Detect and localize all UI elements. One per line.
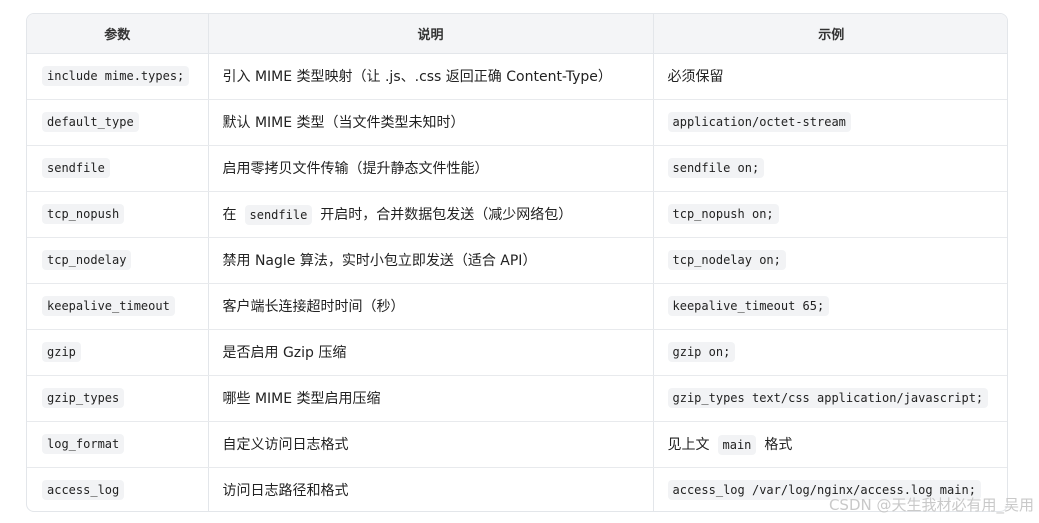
table-row: keepalive_timeout 客户端长连接超时时间（秒） keepaliv… (27, 283, 1007, 330)
param-code: sendfile (42, 158, 110, 178)
param-code: access_log (42, 480, 125, 501)
description-cell: 访问日志路径和格式 (208, 467, 654, 511)
header-example: 示例 (653, 14, 1007, 54)
table-row: include mime.types; 引入 MIME 类型映射（让 .js、.… (27, 53, 1007, 100)
description-cell: 默认 MIME 类型（当文件类型未知时） (208, 99, 654, 146)
param-cell: gzip_types (27, 375, 209, 422)
params-table-grid: 参数 说明 示例 include mime.types; 引入 MIME 类型映… (27, 14, 1007, 511)
example-code: tcp_nopush on; (667, 204, 779, 224)
description-cell: 引入 MIME 类型映射（让 .js、.css 返回正确 Content-Typ… (208, 53, 654, 100)
table-row: tcp_nopush 在 sendfile 开启时，合并数据包发送（减少网络包） t… (27, 191, 1007, 238)
header-param: 参数 (27, 14, 209, 54)
param-cell: sendfile (27, 145, 209, 192)
example-cell: tcp_nodelay on; (653, 237, 1007, 284)
example-code: tcp_nodelay on; (667, 250, 786, 270)
table-row: default_type 默认 MIME 类型（当文件类型未知时） applic… (27, 99, 1007, 146)
param-cell: log_format (27, 421, 209, 468)
watermark: CSDN @天生我材必有用_吴用 (828, 496, 1034, 514)
example-code: keepalive_timeout 65; (667, 296, 830, 316)
param-cell: default_type (27, 99, 209, 146)
example-code: gzip_types text/css application/javascri… (667, 388, 989, 408)
example-code: sendfile on; (667, 158, 765, 178)
table-row: sendfile 启用零拷贝文件传输（提升静态文件性能） sendfile on… (27, 145, 1007, 192)
header-description: 说明 (208, 14, 654, 54)
param-cell: keepalive_timeout (27, 283, 209, 330)
param-cell: tcp_nodelay (27, 237, 209, 284)
example-code: application/octet-stream (667, 112, 851, 132)
description-cell: 禁用 Nagle 算法，实时小包立即发送（适合 API） (208, 237, 654, 284)
example-cell: gzip on; (653, 329, 1007, 376)
example-code: gzip on; (667, 342, 736, 362)
table-row: tcp_nodelay 禁用 Nagle 算法，实时小包立即发送（适合 API）… (27, 237, 1007, 284)
example-text: 格式 (764, 436, 793, 453)
param-code: include mime.types; (42, 66, 190, 86)
description-cell: 哪些 MIME 类型启用压缩 (208, 375, 654, 422)
param-code: default_type (42, 112, 139, 132)
params-table: 参数 说明 示例 include mime.types; 引入 MIME 类型映… (26, 13, 1008, 512)
param-code: tcp_nodelay (42, 250, 132, 270)
description-cell: 自定义访问日志格式 (208, 421, 654, 468)
example-text: 见上文 (667, 436, 710, 453)
example-cell: gzip_types text/css application/javascri… (653, 375, 1007, 422)
description-text: 开启时，合并数据包发送（减少网络包） (320, 206, 573, 223)
description-cell: 是否启用 Gzip 压缩 (208, 329, 654, 376)
description-inline-code: sendfile (244, 204, 313, 225)
param-cell: tcp_nopush (27, 191, 209, 238)
example-cell: 见上文 main 格式 (653, 421, 1007, 468)
description-cell: 启用零拷贝文件传输（提升静态文件性能） (208, 145, 654, 192)
example-cell: sendfile on; (653, 145, 1007, 192)
param-cell: access_log (27, 467, 209, 511)
table-header-row: 参数 说明 示例 (27, 14, 1007, 54)
param-code: keepalive_timeout (42, 296, 175, 316)
description-text: 在 (222, 206, 237, 223)
description-cell: 客户端长连接超时时间（秒） (208, 283, 654, 330)
param-code: tcp_nopush (42, 204, 125, 224)
example-cell: keepalive_timeout 65; (653, 283, 1007, 330)
description-cell: 在 sendfile 开启时，合并数据包发送（减少网络包） (208, 191, 654, 238)
param-cell: include mime.types; (27, 53, 209, 100)
table-row: log_format 自定义访问日志格式 见上文 main 格式 (27, 421, 1007, 468)
example-cell: application/octet-stream (653, 99, 1007, 146)
param-code: gzip (42, 342, 81, 362)
param-code: gzip_types (42, 388, 125, 408)
param-code: log_format (42, 434, 125, 454)
example-cell: 必须保留 (653, 53, 1007, 100)
example-cell: tcp_nopush on; (653, 191, 1007, 238)
table-row: gzip 是否启用 Gzip 压缩 gzip on; (27, 329, 1007, 376)
table-row: gzip_types 哪些 MIME 类型启用压缩 gzip_types tex… (27, 375, 1007, 422)
param-cell: gzip (27, 329, 209, 376)
example-inline-code: main (717, 434, 757, 455)
